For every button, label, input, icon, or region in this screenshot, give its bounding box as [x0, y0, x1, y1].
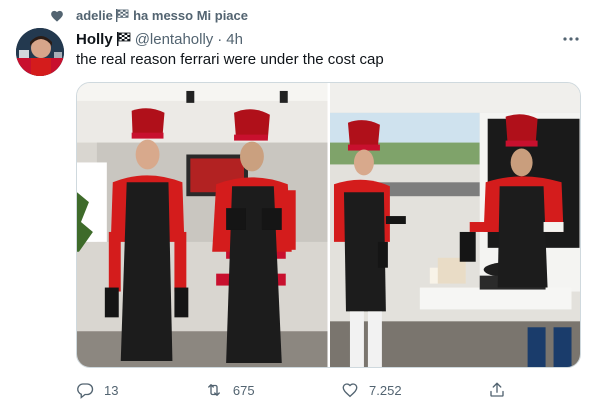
author-name[interactable]: Holly [76, 31, 113, 48]
like-button[interactable]: 7.252 [341, 378, 402, 402]
tweet-text: the real reason ferrari were under the c… [76, 51, 384, 68]
photo-two-chefs-in-hats[interactable] [77, 83, 328, 367]
retweet-button[interactable]: 675 [205, 378, 255, 402]
separator-dot: · [217, 30, 223, 48]
avatar[interactable] [16, 28, 64, 76]
reply-icon [77, 383, 94, 399]
photo-cooking-pancakes[interactable] [329, 83, 580, 367]
social-context: adelie ha messo Mi piace [76, 8, 248, 23]
social-context-action: ha messo Mi piace [133, 8, 248, 23]
retweet-icon [207, 384, 220, 396]
heart-icon [51, 10, 63, 22]
share-icon [490, 382, 504, 397]
retweet-count: 675 [232, 382, 255, 398]
media-grid [76, 82, 581, 368]
reply-count: 13 [104, 382, 119, 398]
tweet-header: Holly @lentaholly · 4h [76, 29, 582, 49]
heart-outline-icon [342, 383, 358, 398]
more-options-button[interactable] [560, 30, 582, 48]
tweet-actions: 13 675 7.252 [76, 378, 506, 402]
checkered-flag-icon [116, 9, 129, 22]
social-context-user[interactable]: adelie [76, 8, 113, 23]
more-dots-icon [563, 37, 579, 41]
avatar-image [16, 28, 64, 76]
like-count: 7.252 [369, 382, 402, 398]
share-button[interactable] [488, 378, 506, 402]
reply-button[interactable]: 13 [76, 378, 118, 402]
tweet-timestamp[interactable]: 4h [226, 31, 243, 48]
author-handle[interactable]: @lentaholly [135, 31, 214, 48]
checkered-flag-icon [116, 32, 131, 46]
